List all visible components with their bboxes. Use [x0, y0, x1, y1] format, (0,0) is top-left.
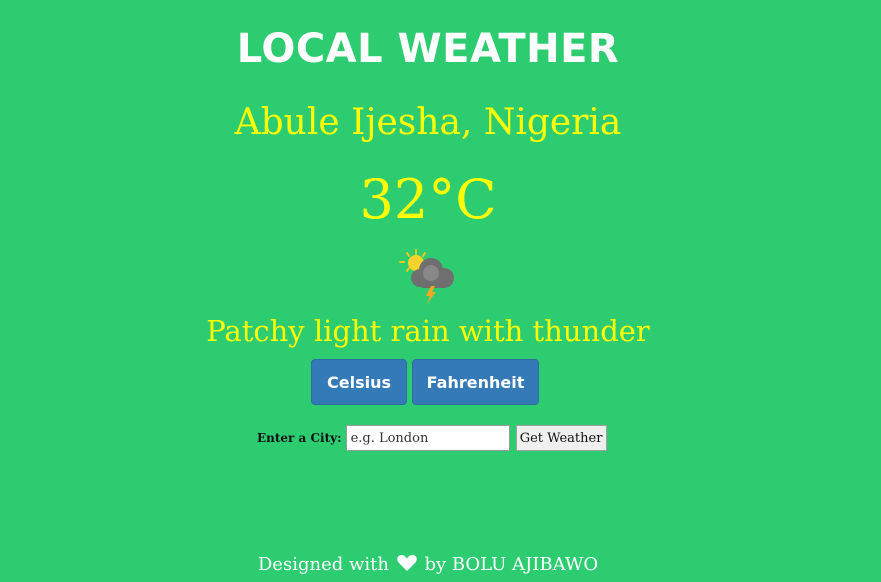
city-input-label: Enter a City: [257, 431, 342, 445]
celsius-button[interactable]: Celsius [311, 359, 407, 405]
page-title: LOCAL WEATHER [236, 26, 620, 72]
weather-condition: Patchy light rain with thunder [206, 314, 650, 348]
city-search-form: Enter a City: Get Weather [257, 425, 607, 451]
city-input[interactable] [345, 425, 510, 451]
temperature-value: 32°C [359, 168, 497, 231]
footer-prefix: Designed with [257, 554, 389, 575]
sun-cloud-lightning-icon [398, 248, 458, 304]
heart-icon [396, 554, 417, 577]
fahrenheit-button[interactable]: Fahrenheit [412, 359, 539, 405]
location-name: Abule Ijesha, Nigeria [234, 102, 622, 143]
footer-suffix: by BOLU AJIBAWO [424, 554, 599, 575]
get-weather-button[interactable]: Get Weather [515, 425, 607, 451]
footer: Designed with by BOLU AJIBAWO [0, 554, 856, 577]
unit-toggle: Celsius Fahrenheit [311, 359, 539, 405]
